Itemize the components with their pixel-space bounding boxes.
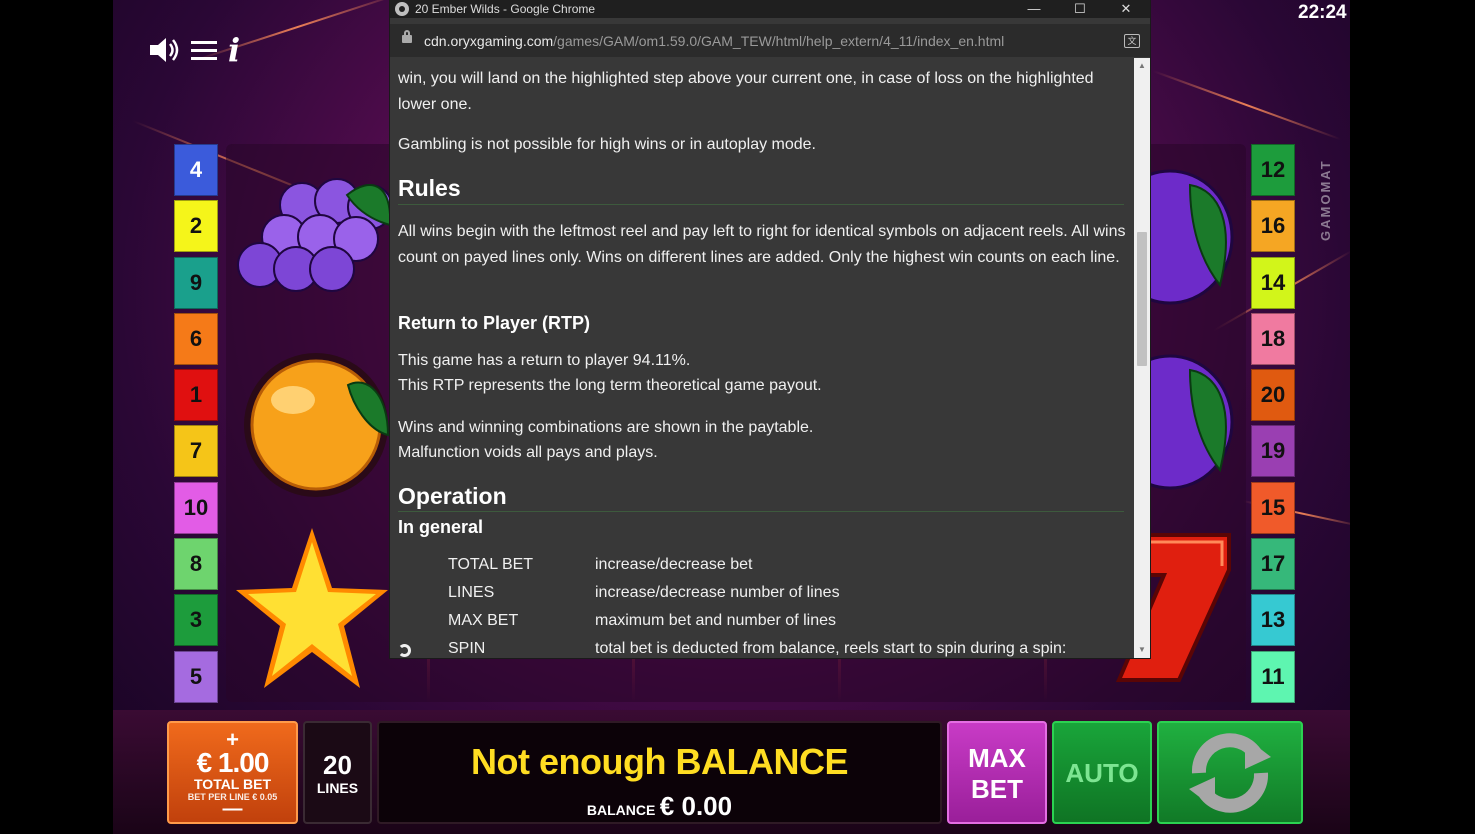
- spin-arrows-icon: [1189, 733, 1271, 813]
- control-key: LINES: [448, 584, 495, 601]
- url-text[interactable]: cdn.oryxgaming.com/games/GAM/om1.59.0/GA…: [424, 33, 1004, 49]
- max-bet-line1: MAX: [968, 743, 1026, 773]
- lines-label: LINES: [316, 780, 359, 796]
- line-marker[interactable]: 20: [1251, 369, 1295, 422]
- control-desc: increase/decrease number of lines: [595, 584, 840, 601]
- line-marker[interactable]: 1: [174, 369, 218, 422]
- plum-symbol: [1150, 169, 1234, 305]
- address-bar[interactable]: cdn.oryxgaming.com/games/GAM/om1.59.0/GA…: [390, 24, 1150, 57]
- rtp-line1: This game has a return to player 94.11%.: [398, 352, 691, 369]
- message-panel: Not enough BALANCE BALANCE € 0.00: [377, 721, 942, 824]
- scrollbar[interactable]: ▲ ▼: [1134, 58, 1150, 658]
- general-heading: In general: [398, 517, 484, 537]
- brand-logo: GAMOMAT: [1318, 159, 1333, 241]
- heading-divider: [398, 511, 1124, 512]
- game-top-icons: i: [148, 32, 240, 68]
- url-path: /games/GAM/om1.59.0/GAM_TEW/html/help_ex…: [553, 33, 1005, 49]
- close-button[interactable]: ✕: [1103, 0, 1149, 18]
- lines-value: 20: [323, 750, 352, 780]
- line-marker[interactable]: 14: [1251, 256, 1295, 309]
- line-marker[interactable]: 3: [174, 594, 218, 647]
- total-bet-button[interactable]: + € 1.00 TOTAL BET BET PER LINE € 0.05 —: [167, 721, 298, 824]
- line-marker[interactable]: 9: [174, 256, 218, 309]
- lock-icon[interactable]: [402, 30, 412, 43]
- wins-line1: Wins and winning combinations are shown …: [398, 419, 814, 436]
- max-bet-button[interactable]: MAX BET: [947, 721, 1047, 824]
- control-desc: maximum bet and number of lines: [595, 612, 836, 629]
- spin-button[interactable]: [1157, 721, 1303, 824]
- line-marker[interactable]: 2: [174, 200, 218, 253]
- grapes-symbol: [237, 178, 392, 292]
- line-marker[interactable]: 18: [1251, 312, 1295, 365]
- line-marker[interactable]: 12: [1251, 144, 1295, 196]
- control-row: TOTAL BET increase/decrease bet: [390, 556, 1134, 580]
- line-marker[interactable]: 6: [174, 312, 218, 365]
- operation-heading: Operation: [398, 483, 507, 509]
- scroll-up-arrow-icon[interactable]: ▲: [1134, 58, 1150, 74]
- control-key: MAX BET: [448, 612, 519, 629]
- control-key: SPIN: [448, 640, 486, 657]
- line-marker[interactable]: 13: [1251, 594, 1295, 647]
- balance-label: BALANCE: [586, 802, 656, 818]
- status-message: Not enough BALANCE: [471, 741, 848, 782]
- balance-display: BALANCE € 0.00: [379, 791, 940, 822]
- help-browser-window: 20 Ember Wilds - Google Chrome — ☐ ✕ cdn…: [390, 0, 1150, 658]
- help-content[interactable]: win, you will land on the highlighted st…: [390, 58, 1134, 658]
- bet-decrease[interactable]: —: [169, 799, 296, 819]
- lines-button[interactable]: 20 LINES: [303, 721, 372, 824]
- right-line-markers: 12 16 14 18 20 19 15 17 13 11: [1251, 144, 1295, 707]
- bet-per-line: BET PER LINE € 0.05: [187, 792, 278, 802]
- balance-value: € 0.00: [659, 791, 733, 821]
- speaker-icon[interactable]: [148, 36, 180, 64]
- bet-amount: € 1.00: [196, 747, 270, 778]
- line-marker[interactable]: 10: [174, 481, 218, 534]
- spin-icon: [398, 644, 411, 657]
- left-letterbox: [0, 0, 113, 834]
- star-symbol: [236, 528, 388, 688]
- rules-text: All wins begin with the leftmost reel an…: [398, 223, 1126, 266]
- line-marker[interactable]: 17: [1251, 538, 1295, 591]
- wins-line2: Malfunction voids all pays and plays.: [398, 444, 658, 461]
- left-line-markers: 4 2 9 6 1 7 10 8 3 5: [174, 144, 218, 707]
- control-key: TOTAL BET: [448, 556, 534, 573]
- scroll-down-arrow-icon[interactable]: ▼: [1134, 642, 1150, 658]
- right-letterbox: [1350, 0, 1475, 834]
- control-row: SPIN total bet is deducted from balance,…: [390, 640, 1134, 658]
- line-marker[interactable]: 4: [174, 144, 218, 196]
- control-row: MAX BET maximum bet and number of lines: [390, 612, 1134, 636]
- line-marker[interactable]: 8: [174, 538, 218, 591]
- auto-button[interactable]: AUTO: [1052, 721, 1152, 824]
- control-desc: total bet is deducted from balance, reel…: [595, 640, 1067, 657]
- bet-label: TOTAL BET: [194, 776, 271, 792]
- clock: 22:24: [1298, 2, 1347, 23]
- rtp-line2: This RTP represents the long term theore…: [398, 377, 822, 394]
- window-title: 20 Ember Wilds - Google Chrome: [415, 2, 596, 16]
- gamble-limit-text: Gambling is not possible for high wins o…: [398, 136, 816, 153]
- control-desc: increase/decrease bet: [595, 556, 753, 573]
- control-row: LINES increase/decrease number of lines: [390, 584, 1134, 608]
- line-marker[interactable]: 11: [1251, 650, 1295, 703]
- window-titlebar[interactable]: 20 Ember Wilds - Google Chrome — ☐ ✕: [390, 0, 1150, 18]
- translate-icon[interactable]: 文: [1124, 34, 1140, 48]
- scrollbar-thumb[interactable]: [1137, 232, 1147, 366]
- rtp-heading: Return to Player (RTP): [398, 313, 591, 333]
- line-marker[interactable]: 16: [1251, 200, 1295, 253]
- chrome-icon: [395, 2, 409, 16]
- gamble-text: win, you will land on the highlighted st…: [398, 70, 1094, 113]
- url-host: cdn.oryxgaming.com: [424, 33, 554, 49]
- auto-label: AUTO: [1065, 758, 1139, 788]
- rules-heading: Rules: [398, 175, 461, 201]
- info-icon[interactable]: i: [228, 32, 240, 68]
- plum-symbol: [1150, 354, 1234, 490]
- heading-divider: [398, 204, 1124, 205]
- orange-symbol: [244, 353, 390, 497]
- line-marker[interactable]: 19: [1251, 425, 1295, 478]
- line-marker[interactable]: 15: [1251, 481, 1295, 534]
- max-bet-line2: BET: [971, 774, 1023, 804]
- minimize-button[interactable]: —: [1011, 0, 1057, 18]
- line-marker[interactable]: 5: [174, 650, 218, 703]
- maximize-button[interactable]: ☐: [1057, 0, 1103, 18]
- menu-icon[interactable]: [190, 38, 218, 62]
- line-marker[interactable]: 7: [174, 425, 218, 478]
